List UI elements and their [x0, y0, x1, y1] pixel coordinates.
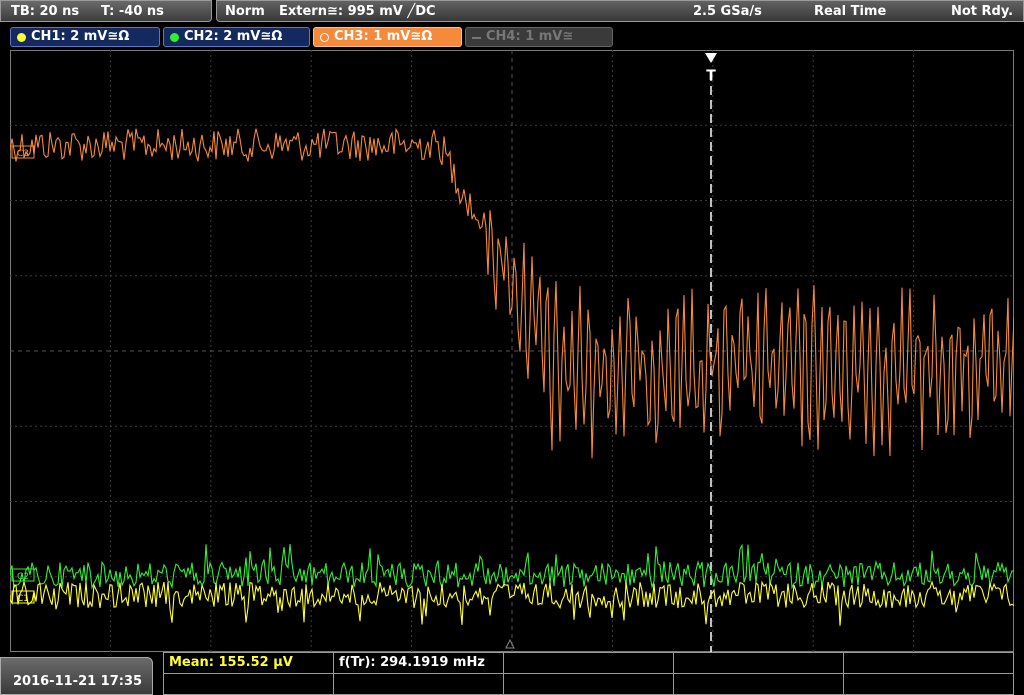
waveform-display[interactable]: T C3 C2 C1: [10, 50, 1014, 652]
trigger-marker-label: T: [706, 68, 716, 84]
status-bar: TB: 20 ns T: -40 ns Norm Extern≅: 995 mV…: [0, 0, 1024, 24]
channel-1-color-icon: [17, 33, 26, 42]
channel-4-label: CH4: 1 mV≅: [486, 29, 574, 44]
measurement-panel[interactable]: [163, 652, 1014, 695]
timestamp-readout: 2016-11-21 17:35: [13, 674, 143, 689]
trigger-time-readout: T: -40 ns: [101, 4, 164, 19]
channel-4-tab[interactable]: CH4: 1 mV≅: [465, 27, 613, 47]
channel-1-label: CH1: 2 mV≅Ω: [31, 29, 130, 44]
trigger-mode-readout: Norm: [225, 4, 265, 19]
channel-3-label: CH3: 1 mV≅Ω: [334, 29, 433, 44]
channel-1-offset-label: C1: [17, 594, 29, 604]
timebase-panel[interactable]: TB: 20 ns T: -40 ns: [0, 0, 212, 22]
trigger-source-readout: Extern≅: 995 mV ╱DC: [279, 4, 436, 19]
channel-3-offset-label: C3: [17, 149, 29, 159]
channel-4-off-icon: [472, 37, 481, 39]
channel-2-label: CH2: 2 mV≅Ω: [184, 29, 283, 44]
channel-3-tab[interactable]: CH3: 1 mV≅Ω: [313, 27, 462, 47]
timestamp-panel: 2016-11-21 17:35: [0, 657, 153, 695]
channel-2-offset-label: C2: [17, 572, 29, 582]
trigger-panel[interactable]: Norm Extern≅: 995 mV ╱DC 2.5 GSa/s Real …: [216, 0, 1024, 22]
channel-3-color-icon: [320, 33, 329, 42]
acquisition-mode-readout: Real Time: [814, 4, 887, 19]
channel-1-tab[interactable]: CH1: 2 mV≅Ω: [10, 27, 160, 47]
channel-2-tab[interactable]: CH2: 2 mV≅Ω: [163, 27, 310, 47]
sample-rate-readout: 2.5 GSa/s: [693, 4, 762, 19]
acquisition-state-readout: Not Rdy.: [951, 4, 1014, 19]
timebase-readout: TB: 20 ns: [11, 4, 80, 19]
channel-2-color-icon: [170, 33, 179, 42]
